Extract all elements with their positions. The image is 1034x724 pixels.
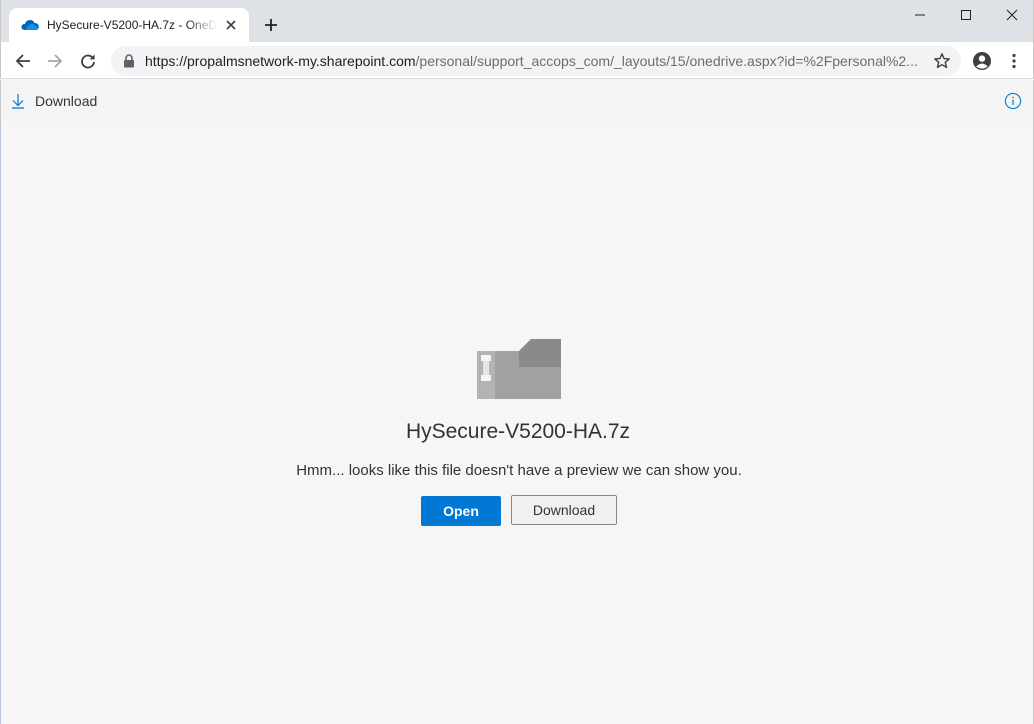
browser-menu-button[interactable] (1001, 48, 1027, 74)
new-tab-button[interactable] (261, 15, 281, 35)
plus-icon (265, 19, 277, 31)
tab-title: HySecure-V5200-HA.7z - OneDrive (47, 18, 217, 32)
reload-button[interactable] (75, 48, 101, 74)
minimize-icon (915, 14, 925, 16)
back-button[interactable] (10, 48, 36, 74)
command-bar: Download (0, 80, 1034, 122)
arrow-left-icon (15, 54, 30, 68)
browser-tab[interactable]: HySecure-V5200-HA.7z - OneDrive (9, 8, 249, 42)
command-download-label: Download (35, 93, 98, 109)
zip-file-icon (477, 339, 561, 399)
download-button[interactable]: Download (511, 495, 617, 525)
lock-icon (124, 54, 134, 68)
url-path: /personal/support_accops_com/_layouts/15… (415, 53, 918, 69)
tab-strip: HySecure-V5200-HA.7z - OneDrive (0, 0, 1034, 42)
window-close-button[interactable] (989, 0, 1034, 30)
arrow-right-icon (48, 54, 63, 68)
account-circle-icon (973, 52, 991, 70)
more-vertical-icon (1012, 53, 1016, 69)
info-icon[interactable] (1004, 92, 1022, 110)
open-button[interactable]: Open (421, 496, 501, 526)
close-icon (1006, 9, 1018, 21)
url-text: https://propalmsnetwork-my.sharepoint.co… (145, 53, 918, 69)
file-name: HySecure-V5200-HA.7z (405, 420, 631, 443)
address-bar[interactable]: https://propalmsnetwork-my.sharepoint.co… (111, 46, 961, 76)
browser-toolbar: https://propalmsnetwork-my.sharepoint.co… (0, 42, 1034, 79)
tab-close-icon[interactable] (223, 17, 239, 33)
maximize-icon (961, 10, 971, 20)
minimize-button[interactable] (897, 0, 943, 30)
forward-button[interactable] (42, 48, 68, 74)
bookmark-star-icon[interactable] (933, 52, 951, 70)
reload-icon (81, 54, 95, 69)
command-download-button[interactable]: Download (11, 90, 97, 112)
preview-area: HySecure-V5200-HA.7z Hmm... looks like t… (0, 122, 1034, 724)
onedrive-cloud-icon (21, 20, 39, 30)
url-host: https://propalmsnetwork-my.sharepoint.co… (145, 53, 416, 69)
maximize-button[interactable] (943, 0, 989, 30)
download-arrow-icon (12, 94, 24, 109)
no-preview-message: Hmm... looks like this file doesn't have… (296, 462, 742, 479)
profile-button[interactable] (969, 48, 995, 74)
